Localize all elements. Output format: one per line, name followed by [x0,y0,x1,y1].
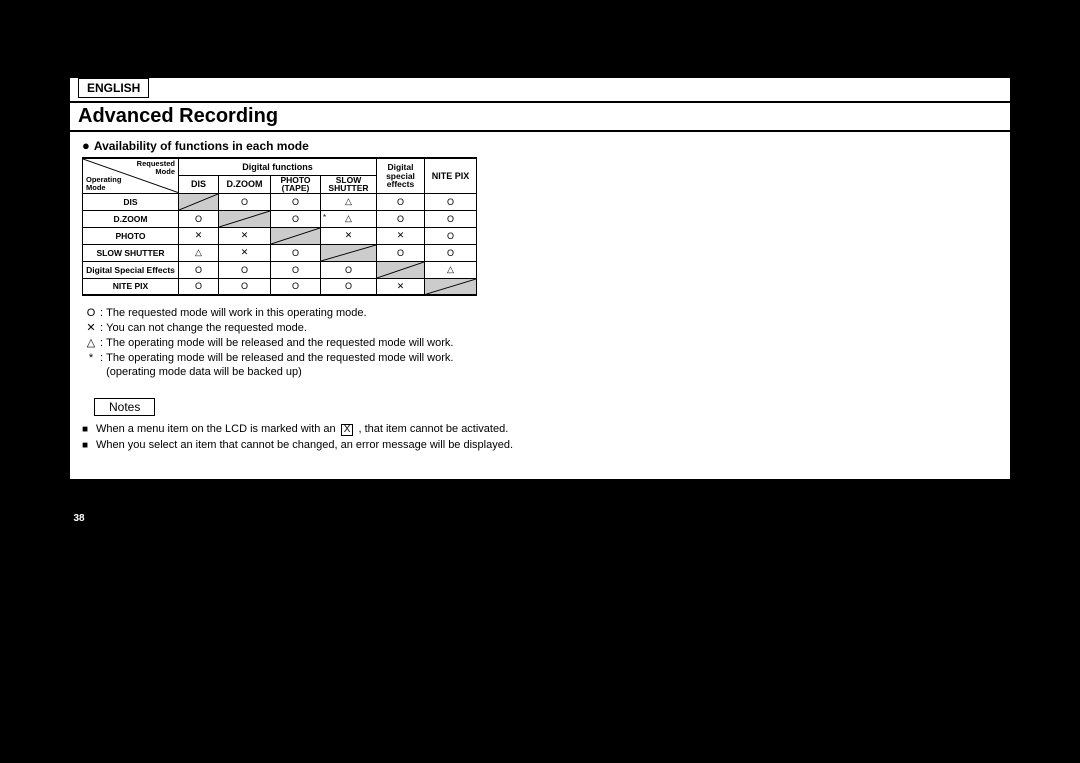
square-bullet-icon: ■ [82,438,96,453]
square-bullet-icon: ■ [82,422,96,437]
self-cell [321,244,377,261]
table-row: Digital Special Effects O O O O △ [83,261,477,278]
x-mark-icon: X [341,424,354,436]
col-dis: DIS [179,175,219,193]
table-row: D.ZOOM O O *△ O O [83,210,477,227]
col-group-digital: Digital functions [179,158,377,175]
col-nitepix: NITE PIX [425,158,477,193]
diag-bottom-left: OperatingMode [86,176,121,192]
col-slow: SLOWSHUTTER [321,175,377,193]
page-title: Advanced Recording [70,101,1010,132]
bullet-icon: ● [82,138,90,153]
self-cell [219,210,271,227]
self-cell [271,227,321,244]
page-number: 38 [66,505,92,531]
availability-table: RequestedMode OperatingMode Digital func… [82,157,477,296]
self-cell [425,278,477,295]
col-dzoom: D.ZOOM [219,175,271,193]
notes-label: Notes [94,398,155,416]
page-number-badge: 38 [66,505,92,531]
col-dse: Digitalspecialeffects [377,158,425,193]
diag-top-right: RequestedMode [137,160,175,176]
table-row: PHOTO ✕ ✕ ✕ ✕ O [83,227,477,244]
self-cell [179,193,219,210]
section-heading: ● Availability of functions in each mode [70,132,1010,157]
legend: O: The requested mode will work in this … [82,306,1010,380]
section-heading-text: Availability of functions in each mode [94,139,309,153]
table-row: NITE PIX O O O O ✕ [83,278,477,295]
notes-list: ■ When a menu item on the LCD is marked … [82,422,1010,453]
manual-page: ENGLISH Advanced Recording ● Availability… [70,78,1010,479]
table-row: DIS O O △ O O [83,193,477,210]
language-tag: ENGLISH [78,78,149,98]
diag-header: RequestedMode OperatingMode [83,158,179,193]
self-cell [377,261,425,278]
col-photo: PHOTO(TAPE) [271,175,321,193]
table-row: SLOW SHUTTER △ ✕ O O O [83,244,477,261]
